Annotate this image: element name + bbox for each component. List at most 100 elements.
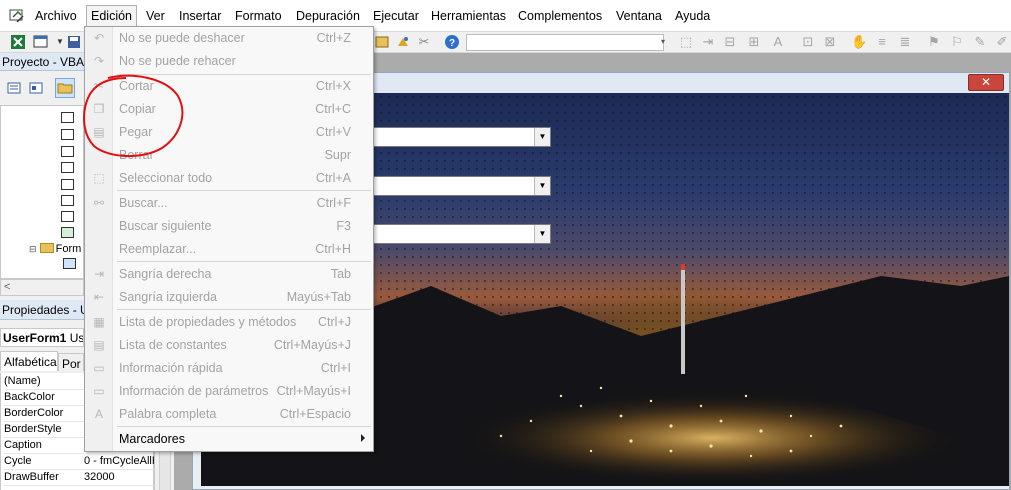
menu-item-redo[interactable]: ↷ No se puede rehacer	[85, 50, 373, 72]
property-name[interactable]: DrawBuffer	[4, 470, 85, 486]
menu-item-label: Pegar	[119, 125, 153, 139]
make-same-size-icon[interactable]: ⊞	[746, 34, 762, 50]
menu-item-shortcut: Supr	[324, 148, 351, 162]
view-object-button[interactable]	[26, 78, 46, 98]
menu-item-delete[interactable]: Borrar Supr	[85, 144, 373, 166]
menu-item-undo[interactable]: ↶ No se puede deshacer Ctrl+Z	[85, 27, 373, 49]
tree-item-sheet[interactable]	[61, 211, 76, 226]
property-value[interactable]: 0 - fmCycleAllF	[84, 454, 154, 470]
tab-alfabetica[interactable]: Alfabética	[0, 351, 58, 371]
uncomment-block-icon[interactable]: ✎	[972, 34, 988, 50]
quick-info-icon: ▭	[93, 361, 105, 375]
close-button[interactable]: ✕	[968, 74, 1004, 91]
tree-folder-forms[interactable]: ⊟ Form	[29, 243, 81, 258]
menu-item-find[interactable]: ⚯ Buscar... Ctrl+F	[85, 192, 373, 214]
tree-item-workbook[interactable]	[61, 227, 76, 242]
toolbar-overflow-icon[interactable]: ▾	[655, 34, 671, 50]
property-name[interactable]: BorderColor	[4, 406, 85, 422]
menu-item-list-constants[interactable]: ▤ Lista de constantes Ctrl+Mayús+J	[85, 334, 373, 356]
menu-item-parameter-info[interactable]: ▭ Información de parámetros Ctrl+Mayús+I	[85, 380, 373, 402]
combobox-2[interactable]: ▼	[371, 176, 551, 196]
tree-item-userform[interactable]	[63, 258, 78, 273]
toolbox-icon[interactable]	[395, 34, 411, 50]
menu-ventana[interactable]: Ventana	[616, 9, 662, 23]
hand-icon[interactable]: ✋	[851, 34, 867, 50]
tree-item-sheet[interactable]	[61, 195, 76, 210]
group-icon[interactable]: ⊡	[800, 34, 816, 50]
align-left-icon[interactable]: ⬚	[678, 34, 694, 50]
outdent-toolbar-icon[interactable]: ≣	[897, 34, 913, 50]
tree-item-sheet[interactable]	[61, 129, 76, 144]
menu-complementos[interactable]: Complementos	[518, 9, 602, 23]
ungroup-icon[interactable]: ⊠	[822, 34, 838, 50]
menu-edicion[interactable]: Edición	[86, 5, 137, 27]
scissors-icon: ✂	[93, 79, 105, 93]
help-icon[interactable]: ?	[444, 34, 460, 50]
sheet-icon	[61, 211, 74, 222]
menu-ejecutar[interactable]: Ejecutar	[373, 9, 419, 23]
dropdown-arrow-icon[interactable]: ▼	[534, 225, 550, 243]
menu-item-paste[interactable]: ▤ Pegar Ctrl+V	[85, 121, 373, 143]
object-browser-icon[interactable]	[374, 34, 390, 50]
tree-item-sheet[interactable]	[61, 112, 76, 127]
view-code-button[interactable]	[4, 78, 24, 98]
align-right-icon[interactable]: ⊟	[722, 34, 738, 50]
menu-item-indent[interactable]: ⇥ Sangría derecha Tab	[85, 263, 373, 285]
menu-insertar[interactable]: Insertar	[179, 9, 221, 23]
menu-item-replace[interactable]: Reemplazar... Ctrl+H	[85, 238, 373, 260]
tree-item-sheet[interactable]	[61, 146, 76, 161]
menu-item-find-next[interactable]: Buscar siguiente F3	[85, 215, 373, 237]
menu-archivo[interactable]: Archivo	[35, 9, 77, 23]
menu-item-list-properties[interactable]: ▦ Lista de propiedades y métodos Ctrl+J	[85, 311, 373, 333]
tree-folder-label: Form	[55, 243, 82, 255]
align-center-icon[interactable]: ⇥	[700, 34, 716, 50]
tab-por-categorias[interactable]: Por	[58, 353, 84, 371]
menu-item-quick-info[interactable]: ▭ Información rápida Ctrl+I	[85, 357, 373, 379]
menu-depuracion[interactable]: Depuración	[296, 9, 360, 23]
menu-item-label: Palabra completa	[119, 407, 217, 421]
dropdown-arrow-icon[interactable]: ▼	[534, 177, 550, 195]
properties-object-combo[interactable]: UserForm1 Use	[0, 328, 84, 347]
tools-icon[interactable]: ✂	[416, 34, 432, 50]
project-horizontal-scrollbar[interactable]: <	[0, 279, 84, 296]
sheet-icon	[61, 162, 74, 173]
undo-icon: ↶	[93, 31, 105, 45]
property-name[interactable]: Cycle	[4, 454, 85, 470]
scroll-left-icon[interactable]: <	[4, 281, 10, 293]
toolbar-combo[interactable]	[466, 34, 664, 51]
paste-icon: ▤	[93, 125, 105, 139]
size-to-fit-icon[interactable]: A	[770, 34, 786, 50]
menu-item-bookmarks[interactable]: Marcadores	[85, 428, 373, 450]
menu-item-copy[interactable]: ❐ Copiar Ctrl+C	[85, 98, 373, 120]
toggle-breakpoint-icon[interactable]: ⚑	[926, 34, 942, 50]
tree-item-sheet[interactable]	[61, 179, 76, 194]
property-name[interactable]: Caption	[4, 438, 85, 454]
bookmark-icon[interactable]: ✐	[994, 34, 1010, 50]
menu-ver[interactable]: Ver	[146, 9, 165, 23]
property-name[interactable]: BorderStyle	[4, 422, 85, 438]
comment-block-icon[interactable]: ⚐	[949, 34, 965, 50]
combobox-3[interactable]: ▼	[371, 224, 551, 244]
excel-icon[interactable]	[10, 34, 26, 50]
menu-herramientas[interactable]: Herramientas	[431, 9, 506, 23]
folder-icon	[57, 83, 73, 94]
menu-formato[interactable]: Formato	[235, 9, 282, 23]
combobox-1[interactable]: ▼	[371, 127, 551, 147]
sheet-icon	[61, 146, 74, 157]
property-name[interactable]: (Name)	[4, 374, 85, 390]
menu-item-outdent[interactable]: ⇤ Sangría izquierda Mayús+Tab	[85, 286, 373, 308]
list-properties-icon: ▦	[93, 315, 105, 329]
dropdown-arrow-icon[interactable]: ▼	[534, 128, 550, 146]
menu-item-select-all[interactable]: ⬚ Seleccionar todo Ctrl+A	[85, 167, 373, 189]
menu-ayuda[interactable]: Ayuda	[675, 9, 710, 23]
edit-menu-dropdown: ↶ No se puede deshacer Ctrl+Z ↷ No se pu…	[84, 26, 374, 452]
menu-item-cut[interactable]: ✂ Cortar Ctrl+X	[85, 75, 373, 97]
save-icon[interactable]	[66, 34, 82, 50]
property-name[interactable]: BackColor	[4, 390, 85, 406]
indent-toolbar-icon[interactable]: ≡	[874, 34, 890, 50]
menu-item-complete-word[interactable]: A Palabra completa Ctrl+Espacio	[85, 403, 373, 425]
insert-userform-icon[interactable]	[33, 34, 49, 50]
toggle-folders-button[interactable]	[55, 78, 75, 98]
tree-item-sheet[interactable]	[61, 162, 76, 177]
property-value[interactable]: 32000	[84, 470, 154, 486]
